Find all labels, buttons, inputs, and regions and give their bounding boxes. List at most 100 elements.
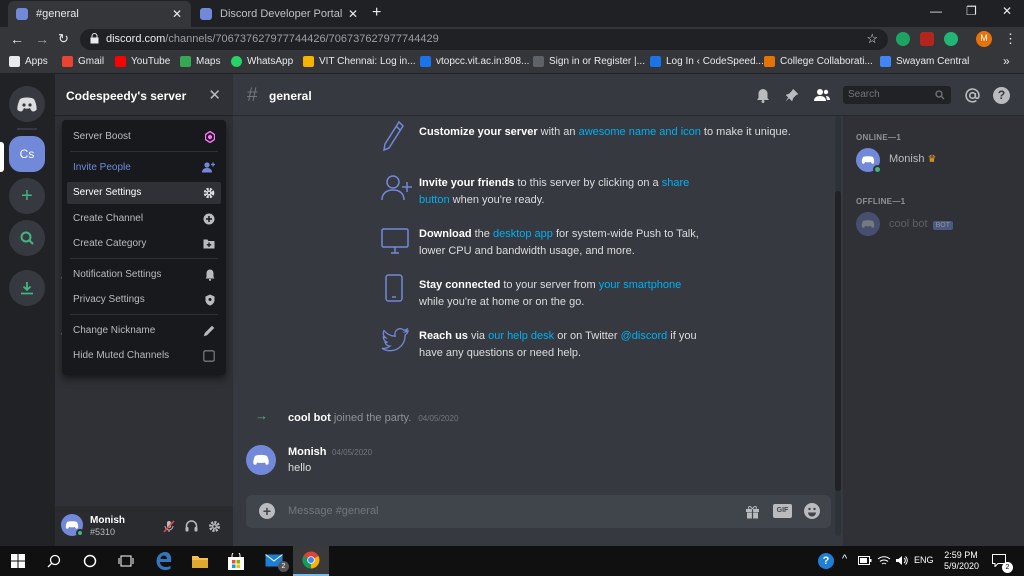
join-username[interactable]: cool bot — [288, 412, 331, 424]
server-header[interactable]: Codespeedy's server ✕ — [55, 74, 233, 116]
pin-icon[interactable] — [785, 88, 799, 102]
bookmark-swayam[interactable]: Swayam Central — [880, 56, 969, 67]
member-name-offline[interactable]: cool bot BOT — [889, 218, 953, 230]
forward-arrow-icon[interactable]: → — [35, 31, 49, 47]
menu-kebab-icon[interactable]: ⋮ — [1004, 31, 1017, 47]
bookmark-vit-chennai[interactable]: VIT Chennai: Log in... — [303, 56, 416, 67]
bookmark-vtopcc[interactable]: vtopcc.vit.ac.in:808... — [420, 56, 529, 67]
close-icon[interactable]: ✕ — [208, 86, 221, 104]
menu-item-label: Hide Muted Channels — [73, 350, 170, 361]
task-view-icon[interactable] — [108, 546, 144, 576]
new-tab-button[interactable]: + — [372, 4, 381, 22]
help-question-icon[interactable]: ? — [818, 553, 834, 569]
show-hidden-icons-chevron-icon[interactable]: ^ — [842, 553, 847, 565]
channel-sidebar: Codespeedy's server ✕ ⌄ ⌄ Server BoostIn… — [55, 74, 233, 546]
add-server-icon[interactable]: + — [9, 178, 45, 214]
menu-item-server-boost[interactable]: Server Boost — [67, 126, 221, 148]
emoji-icon[interactable] — [804, 503, 820, 519]
notification-bell-icon[interactable] — [756, 88, 770, 103]
upload-plus-icon[interactable]: + — [259, 503, 275, 519]
edge-icon[interactable] — [146, 546, 182, 576]
menu-item-hide-muted-channels[interactable]: Hide Muted Channels — [67, 345, 221, 367]
discord-logo-icon — [17, 97, 37, 111]
scrollbar-thumb[interactable] — [835, 191, 841, 491]
system-join-message: cool bot joined the party. 04/05/2020 — [288, 412, 459, 424]
battery-icon[interactable] — [858, 556, 872, 565]
bookmark-gmail[interactable]: Gmail — [62, 56, 104, 67]
tab-close-icon[interactable]: ✕ — [345, 7, 361, 21]
gift-icon[interactable] — [745, 504, 760, 519]
menu-item-create-category[interactable]: Create Category — [67, 233, 221, 255]
bookmark-star-icon[interactable]: ☆ — [866, 31, 878, 47]
menu-item-privacy-settings[interactable]: Privacy Settings — [67, 289, 221, 311]
server-icon-codespeedy[interactable]: Cs — [9, 136, 45, 172]
link-awesome-name-icon[interactable]: awesome name and icon — [579, 126, 701, 138]
headphones-icon[interactable] — [185, 520, 198, 532]
address-bar[interactable]: discord.com/channels/706737627977744426/… — [80, 29, 888, 50]
menu-item-server-settings[interactable]: Server Settings — [67, 182, 221, 204]
link-your-smartphone[interactable]: your smartphone — [599, 279, 682, 291]
message-timestamp: 04/05/2020 — [332, 448, 373, 457]
reload-icon[interactable]: ↻ — [58, 31, 69, 47]
help-icon[interactable]: ? — [993, 87, 1010, 104]
maximize-button[interactable]: ❐ — [966, 4, 977, 18]
extension-grammarly-icon[interactable] — [944, 32, 958, 46]
link-desktop-app[interactable]: desktop app — [493, 228, 553, 240]
explore-search-icon[interactable] — [9, 220, 45, 256]
mentions-at-icon[interactable] — [965, 88, 980, 103]
minimize-button[interactable]: — — [930, 4, 942, 18]
menu-item-notification-settings[interactable]: Notification Settings — [67, 264, 221, 286]
tab-general[interactable]: #general ✕ — [8, 1, 191, 27]
vit-icon — [303, 56, 314, 67]
user-avatar[interactable] — [61, 514, 84, 537]
chrome-taskbar-icon[interactable] — [293, 546, 329, 576]
message-author-avatar[interactable] — [246, 445, 276, 475]
menu-item-change-nickname[interactable]: Change Nickname — [67, 320, 221, 342]
link-twitter-discord[interactable]: @discord — [621, 330, 668, 342]
gmail-icon — [62, 56, 73, 67]
message-input[interactable]: + Message #general GIF — [246, 495, 831, 528]
bookmark-college[interactable]: College Collaborati... — [764, 56, 873, 67]
add-friend-icon — [381, 175, 412, 201]
member-name-online[interactable]: Monish ♛ — [889, 153, 937, 165]
home-button[interactable] — [9, 86, 45, 122]
menu-item-label: Notification Settings — [73, 269, 162, 280]
message-author[interactable]: Monish — [288, 446, 327, 458]
system-clock[interactable]: 2:59 PM 5/9/2020 — [944, 550, 979, 572]
close-window-button[interactable]: ✕ — [1002, 4, 1012, 18]
clock-time: 2:59 PM — [944, 550, 978, 560]
bookmark-whatsapp[interactable]: WhatsApp — [231, 56, 293, 67]
link-help-desk[interactable]: our help desk — [488, 330, 554, 342]
bot-avatar[interactable] — [856, 212, 880, 236]
file-explorer-icon[interactable] — [182, 546, 218, 576]
profile-avatar[interactable]: M — [976, 31, 992, 47]
cortana-icon[interactable] — [72, 546, 108, 576]
windows-start-icon[interactable] — [0, 546, 36, 576]
more-bookmarks-button[interactable]: » — [1003, 54, 1010, 68]
member-avatar[interactable] — [856, 148, 882, 174]
microsoft-store-icon[interactable] — [218, 546, 254, 576]
member-list-icon[interactable] — [814, 88, 830, 102]
menu-item-invite-people[interactable]: Invite People — [67, 157, 221, 179]
volume-icon[interactable] — [895, 555, 908, 566]
bookmark-apps[interactable]: Apps — [9, 56, 48, 67]
input-language[interactable]: ENG — [914, 555, 934, 565]
search-input[interactable]: Search — [843, 86, 951, 104]
menu-item-create-channel[interactable]: Create Channel — [67, 208, 221, 230]
bookmark-youtube[interactable]: YouTube — [115, 56, 170, 67]
back-arrow-icon[interactable]: ← — [10, 31, 24, 47]
user-settings-gear-icon[interactable] — [208, 520, 221, 533]
gif-button[interactable]: GIF — [773, 504, 792, 518]
bookmark-maps[interactable]: Maps — [180, 56, 220, 67]
extension-pdf-icon[interactable] — [920, 32, 934, 46]
microphone-muted-icon[interactable] — [163, 520, 175, 533]
wifi-icon[interactable] — [877, 555, 891, 566]
mail-icon[interactable]: 2 — [257, 546, 293, 576]
search-icon[interactable] — [36, 546, 72, 576]
tab-developer-portal[interactable]: Discord Developer Portal — My A ✕ — [192, 1, 367, 27]
bookmark-sign-in[interactable]: Sign in or Register |... — [533, 56, 645, 67]
download-apps-icon[interactable] — [9, 270, 45, 306]
bookmark-codespeedy[interactable]: Log In ‹ CodeSpeed... — [650, 56, 764, 67]
extension-shield-icon[interactable] — [896, 32, 910, 46]
tab-close-icon[interactable]: ✕ — [169, 7, 185, 21]
